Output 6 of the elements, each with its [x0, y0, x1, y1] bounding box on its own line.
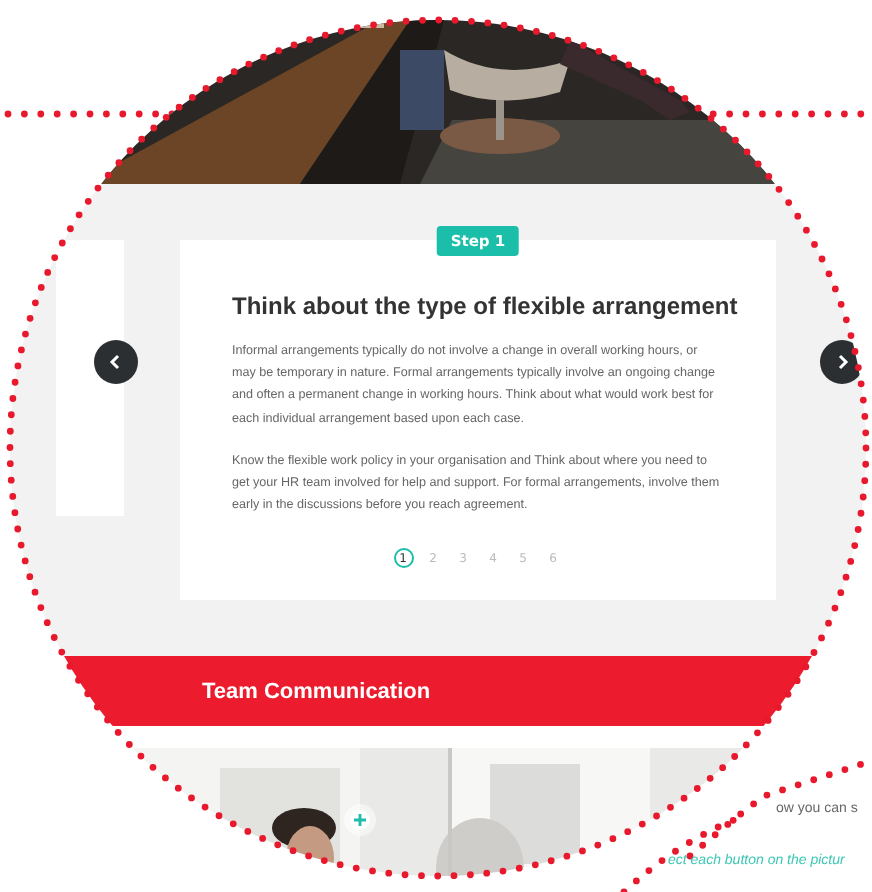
next-button[interactable]: [820, 340, 864, 384]
section-heading: Team Communication: [202, 679, 431, 703]
chevron-left-icon: [108, 354, 124, 370]
slide-title: Think about the type of flexible arrangement: [232, 290, 738, 322]
chevron-right-icon: [834, 354, 850, 370]
plus-icon: [354, 814, 366, 826]
